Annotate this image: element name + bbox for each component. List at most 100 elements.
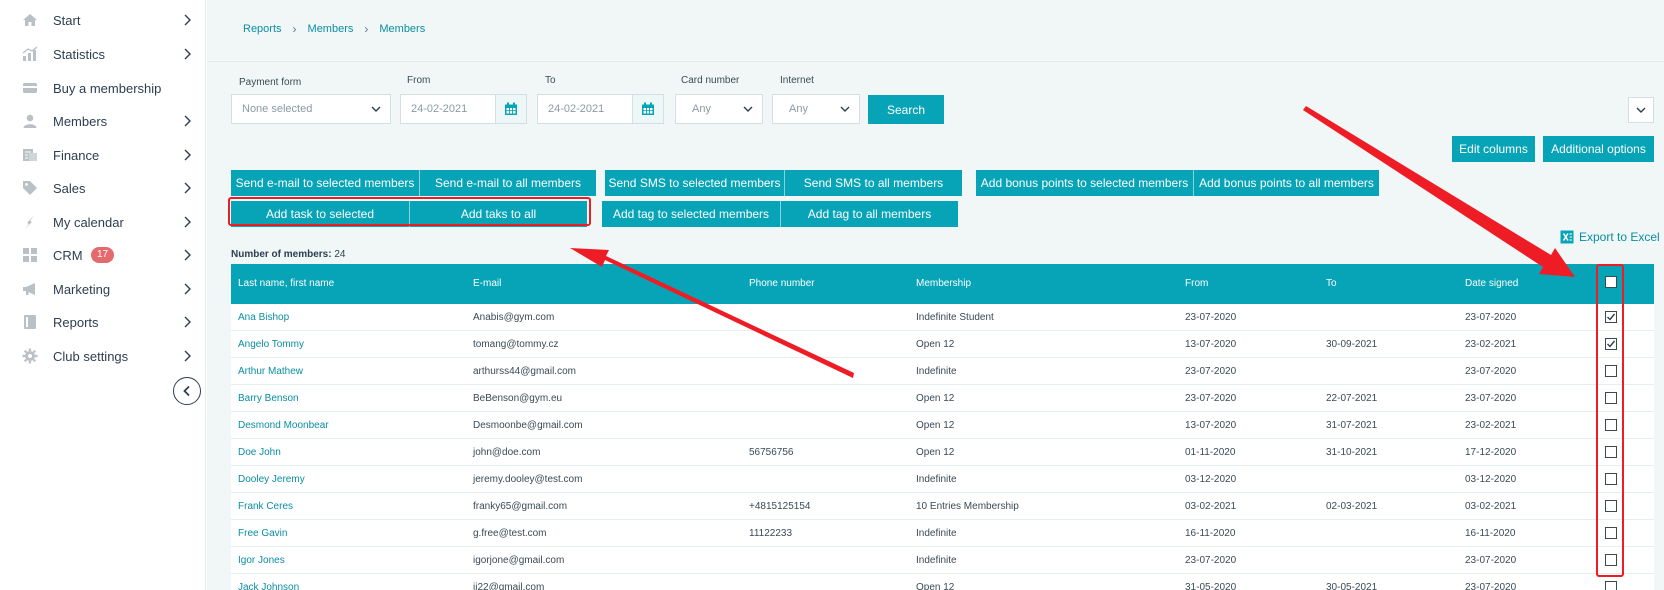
row-select-checkbox[interactable]	[1605, 554, 1617, 566]
member-date-signed: 23-07-2020	[1465, 312, 1517, 323]
additional-options-button[interactable]: Additional options	[1543, 136, 1654, 162]
breadcrumb-item-reports[interactable]: Reports	[243, 23, 282, 35]
member-membership: 10 Entries Membership	[916, 501, 1019, 512]
sidebar-item-club-settings[interactable]: Club settings	[0, 339, 206, 373]
chevron-left-icon	[183, 385, 190, 397]
member-membership: Open 12	[916, 339, 955, 350]
table-row: Ana Bishop Anabis@gym.com Indefinite Stude…	[231, 304, 1654, 331]
gear-icon	[22, 348, 38, 364]
row-select-checkbox[interactable]	[1605, 311, 1617, 323]
table-row: Free Gavin g.free@test.com 11122233 Indefin…	[231, 520, 1654, 547]
member-to-date: 31-10-2021	[1326, 447, 1378, 458]
send-sms-all-button[interactable]: Send SMS to all members	[784, 170, 962, 196]
row-select-checkbox[interactable]	[1605, 527, 1617, 539]
payment-form-select[interactable]: None selected	[231, 94, 391, 124]
card-number-select[interactable]: Any	[675, 94, 763, 124]
select-all-checkbox[interactable]	[1605, 276, 1617, 288]
row-select-checkbox[interactable]	[1605, 392, 1617, 404]
add-bonus-all-button[interactable]: Add bonus points to all members	[1193, 170, 1379, 196]
sidebar-item-label: My calendar	[53, 214, 124, 230]
sidebar-item-buy-membership[interactable]: Buy a membership	[0, 71, 206, 105]
table-row: Arthur Mathew arthurss44@gmail.com Indefin…	[231, 358, 1654, 385]
member-email: igorjone@gmail.com	[473, 555, 565, 566]
email-button-group: Send e-mail to selected members Send e-m…	[231, 170, 596, 196]
credit-card-icon	[22, 80, 38, 96]
user-icon	[22, 113, 38, 129]
send-email-selected-button[interactable]: Send e-mail to selected members	[231, 170, 419, 196]
add-tag-all-button[interactable]: Add tag to all members	[780, 201, 958, 227]
sidebar-item-reports[interactable]: Reports	[0, 305, 206, 339]
member-name-link[interactable]: Jack Johnson	[238, 574, 299, 590]
sidebar-item-start[interactable]: Start	[0, 3, 206, 37]
sms-button-group: Send SMS to selected members Send SMS to…	[605, 170, 962, 196]
megaphone-icon	[22, 281, 38, 297]
chevron-right-icon	[182, 14, 192, 26]
member-name-link[interactable]: Angelo Tommy	[238, 331, 304, 358]
add-task-all-button[interactable]: Add taks to all	[409, 201, 587, 227]
column-header-email[interactable]: E-mail	[473, 264, 501, 304]
row-select-checkbox[interactable]	[1605, 338, 1617, 350]
add-task-selected-button[interactable]: Add task to selected	[231, 201, 409, 227]
member-name-link[interactable]: Frank Ceres	[238, 493, 293, 520]
from-date-input[interactable]: 24-02-2021	[400, 94, 496, 124]
export-excel-link[interactable]: Export to Excel	[1560, 230, 1660, 244]
member-name-link[interactable]: Free Gavin	[238, 520, 287, 547]
book-icon	[22, 314, 38, 330]
row-select-checkbox[interactable]	[1605, 365, 1617, 377]
member-name-link[interactable]: Doe John	[238, 439, 281, 466]
breadcrumb: Reports › Members › Members	[243, 22, 425, 36]
sidebar-item-sales[interactable]: Sales	[0, 171, 206, 205]
member-name-link[interactable]: Igor Jones	[238, 547, 285, 574]
to-date-label: To	[545, 75, 556, 86]
member-name-link[interactable]: Desmond Moonbear	[238, 412, 329, 439]
sidebar-item-crm[interactable]: CRM 17	[0, 238, 206, 272]
member-date-signed: 16-11-2020	[1465, 528, 1516, 539]
edit-columns-button[interactable]: Edit columns	[1452, 136, 1535, 162]
member-email: john@doe.com	[473, 447, 541, 458]
add-tag-selected-button[interactable]: Add tag to selected members	[602, 201, 780, 227]
column-header-name[interactable]: Last name, first name	[238, 264, 334, 304]
chevron-right-icon: ›	[292, 22, 297, 36]
add-bonus-selected-button[interactable]: Add bonus points to selected members	[976, 170, 1193, 196]
sidebar-item-finance[interactable]: Finance	[0, 138, 206, 172]
chevron-right-icon	[182, 115, 192, 127]
to-date-input[interactable]: 24-02-2021	[537, 94, 633, 124]
to-date-calendar-button[interactable]	[632, 94, 664, 124]
send-sms-selected-button[interactable]: Send SMS to selected members	[605, 170, 784, 196]
row-select-checkbox[interactable]	[1605, 473, 1617, 485]
row-select-checkbox[interactable]	[1605, 419, 1617, 431]
send-email-all-button[interactable]: Send e-mail to all members	[419, 170, 596, 196]
payment-form-label: Payment form	[239, 77, 302, 88]
member-name-link[interactable]: Dooley Jeremy	[238, 466, 305, 493]
sidebar-item-my-calendar[interactable]: My calendar	[0, 205, 206, 239]
sidebar: Start Statistics Buy a membership Member…	[0, 0, 206, 590]
breadcrumb-item-members[interactable]: Members	[308, 23, 354, 35]
bonus-button-group: Add bonus points to selected members Add…	[976, 170, 1379, 196]
sidebar-item-label: Sales	[53, 180, 86, 196]
internet-value: Any	[789, 103, 808, 115]
from-date-calendar-button[interactable]	[495, 94, 527, 124]
member-name-link[interactable]: Arthur Mathew	[238, 358, 303, 385]
collapse-sidebar-button[interactable]	[173, 377, 201, 405]
member-name-link[interactable]: Ana Bishop	[238, 304, 289, 331]
member-from-date: 16-11-2020	[1185, 528, 1236, 539]
sidebar-item-marketing[interactable]: Marketing	[0, 272, 206, 306]
row-select-checkbox[interactable]	[1605, 581, 1617, 590]
internet-select[interactable]: Any	[772, 94, 860, 124]
sidebar-item-members[interactable]: Members	[0, 104, 206, 138]
search-button[interactable]: Search	[868, 95, 944, 124]
row-select-checkbox[interactable]	[1605, 446, 1617, 458]
column-header-to[interactable]: To	[1326, 264, 1337, 304]
member-from-date: 23-07-2020	[1185, 366, 1237, 377]
column-header-membership[interactable]: Membership	[916, 264, 971, 304]
expand-filters-button[interactable]	[1628, 97, 1654, 123]
sidebar-item-statistics[interactable]: Statistics	[0, 37, 206, 71]
row-select-checkbox[interactable]	[1605, 500, 1617, 512]
breadcrumb-item-members-current[interactable]: Members	[379, 23, 425, 35]
column-header-date-signed[interactable]: Date signed	[1465, 264, 1518, 304]
column-header-phone[interactable]: Phone number	[749, 264, 815, 304]
table-row: Doe John john@doe.com 56756756 Open 12 01-11…	[231, 439, 1654, 466]
column-header-from[interactable]: From	[1185, 264, 1208, 304]
member-from-date: 01-11-2020	[1185, 447, 1236, 458]
member-name-link[interactable]: Barry Benson	[238, 385, 299, 412]
